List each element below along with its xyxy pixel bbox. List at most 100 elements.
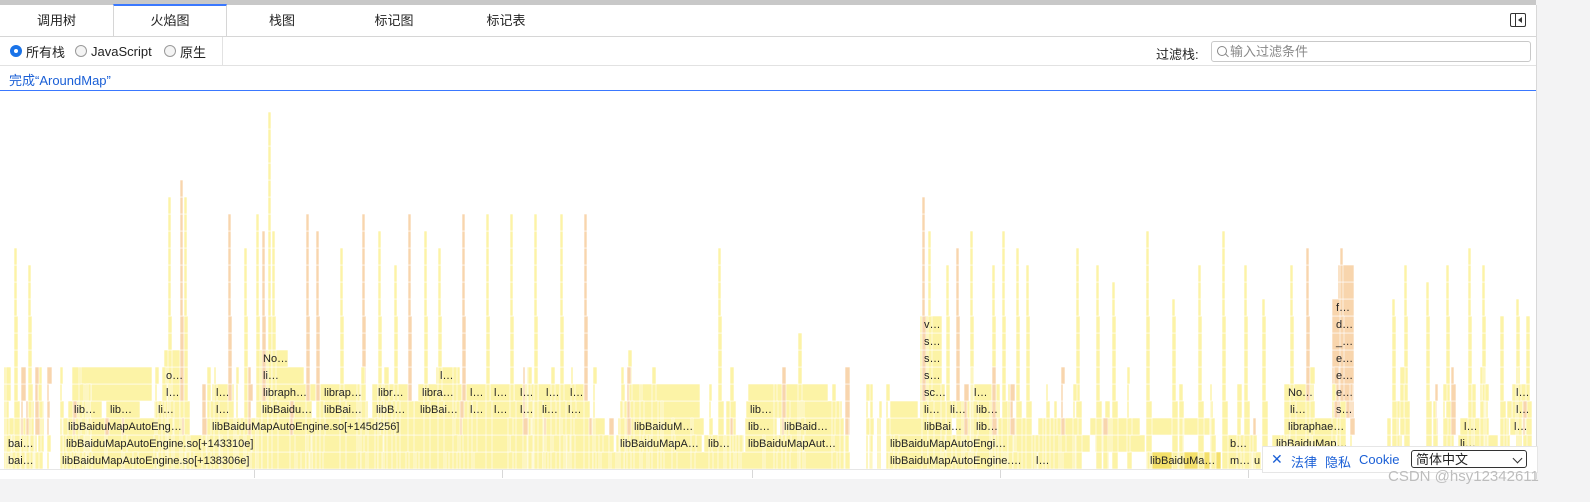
flame-frame[interactable] — [377, 247, 382, 266]
flame-frame[interactable] — [461, 230, 466, 249]
flame-frame[interactable] — [869, 383, 874, 402]
flame-frame[interactable] — [227, 332, 233, 351]
flame-frame[interactable] — [955, 281, 960, 300]
flame-frame[interactable] — [319, 451, 324, 469]
flame-frame[interactable] — [550, 451, 557, 469]
flame-frame[interactable] — [1425, 298, 1430, 317]
flame-frame[interactable] — [1095, 332, 1101, 351]
flame-frame[interactable] — [1025, 383, 1031, 402]
flame-frame[interactable] — [167, 298, 172, 317]
flame-frame[interactable] — [1111, 383, 1117, 402]
flame-frame[interactable] — [1403, 298, 1408, 317]
flame-frame[interactable] — [1145, 332, 1151, 351]
flame-frame[interactable] — [1386, 417, 1392, 436]
flame-frame[interactable] — [407, 230, 412, 249]
flame-frame[interactable] — [1171, 332, 1177, 351]
flame-frame[interactable] — [1072, 417, 1079, 436]
flame-frame[interactable] — [717, 315, 723, 334]
flame-frame[interactable] — [945, 315, 951, 334]
flame-frame[interactable] — [773, 451, 778, 469]
flame-frame[interactable] — [1403, 332, 1409, 351]
flame-frame[interactable] — [1289, 366, 1295, 385]
flame-frame[interactable] — [37, 383, 43, 402]
flame-frame[interactable] — [407, 247, 412, 266]
flame-frame[interactable] — [651, 451, 659, 469]
radio-all-stacks[interactable]: 所有栈 — [10, 43, 65, 60]
flame-frame[interactable] — [1197, 400, 1205, 419]
flame-frame[interactable] — [305, 349, 311, 368]
flame-frame[interactable] — [407, 281, 412, 300]
flame-frame[interactable] — [522, 366, 526, 385]
flame-frame[interactable] — [1331, 400, 1335, 419]
flame-frame[interactable] — [361, 349, 367, 368]
flame-frame[interactable] — [1442, 417, 1449, 436]
flame-frame[interactable] — [592, 434, 596, 453]
flame-frame[interactable] — [1349, 417, 1356, 436]
flame-frame[interactable] — [179, 332, 185, 351]
flame-frame[interactable] — [1445, 315, 1451, 334]
flame-frame[interactable] — [955, 332, 961, 351]
flame-frame[interactable] — [797, 366, 803, 385]
flame-frame[interactable] — [1221, 281, 1226, 300]
flame-frame[interactable] — [339, 264, 344, 283]
flame-frame[interactable] — [179, 315, 185, 334]
flame-frame[interactable] — [1243, 332, 1249, 351]
flame-frame[interactable] — [167, 332, 173, 351]
flame-frame[interactable] — [570, 434, 576, 453]
flame-frame[interactable] — [955, 349, 961, 368]
flame-frame[interactable] — [34, 417, 41, 436]
flame-frame[interactable] — [1221, 366, 1227, 385]
flame-frame[interactable] — [377, 315, 383, 334]
flame-frame[interactable] — [1467, 349, 1473, 368]
flame-frame[interactable] — [1425, 366, 1431, 385]
flame-frame[interactable] — [1243, 417, 1251, 436]
flame-frame[interactable] — [235, 383, 239, 402]
flame-frame[interactable] — [393, 332, 399, 351]
flame-frame[interactable] — [831, 451, 838, 469]
flame-frame[interactable] — [339, 332, 345, 351]
flame-frame[interactable] — [393, 315, 399, 334]
tab-marker-table[interactable]: 标记表 — [450, 5, 562, 36]
flame-frame[interactable] — [183, 315, 189, 334]
flame-frame[interactable] — [1515, 298, 1520, 317]
flame-frame[interactable] — [167, 315, 173, 334]
flame-frame[interactable] — [485, 383, 491, 402]
flame-frame[interactable] — [1126, 434, 1131, 453]
flame-frame[interactable] — [1209, 383, 1213, 402]
flame-frame[interactable] — [1171, 315, 1177, 334]
flame-frame[interactable] — [1001, 366, 1007, 385]
flame-frame[interactable] — [445, 451, 450, 469]
flame-frame[interactable] — [1442, 383, 1448, 402]
flame-frame[interactable] — [1145, 264, 1150, 283]
flame-frame[interactable] — [461, 298, 466, 317]
flame-frame[interactable] — [1007, 383, 1011, 402]
flame-frame[interactable] — [20, 417, 24, 436]
flame-frame[interactable] — [831, 400, 837, 419]
flame-frame[interactable] — [1095, 366, 1101, 385]
flame-frame[interactable] — [781, 383, 787, 402]
flame-frame[interactable] — [227, 213, 232, 232]
flame-frame[interactable] — [235, 400, 239, 419]
flame-frame[interactable] — [361, 264, 366, 283]
flame-frame[interactable] — [969, 230, 974, 249]
flame-frame[interactable] — [13, 264, 18, 283]
flame-frame[interactable] — [844, 451, 851, 469]
flame-frame[interactable] — [27, 400, 33, 419]
flame-frame[interactable] — [921, 298, 926, 317]
flame-graph-canvas[interactable]: bai… libBaiduMapAutoEngine.so[+138306e] li… — [0, 91, 1536, 469]
breadcrumb-item[interactable]: 完成“AroundMap” — [9, 70, 111, 89]
flame-frame[interactable] — [437, 434, 445, 453]
flame-frame[interactable] — [267, 128, 272, 147]
flame-frame[interactable] — [537, 434, 544, 453]
flame-frame[interactable] — [1309, 400, 1316, 419]
flame-frame[interactable] — [227, 298, 232, 317]
flame-frame[interactable] — [797, 332, 803, 351]
flame-frame[interactable] — [509, 247, 514, 266]
flame-frame[interactable] — [1015, 315, 1021, 334]
flame-frame[interactable] — [255, 264, 260, 283]
flame-frame[interactable] — [955, 264, 960, 283]
flame-frame[interactable] — [183, 349, 189, 368]
flame-frame[interactable] — [583, 247, 588, 266]
flame-frame[interactable] — [1261, 298, 1266, 317]
flame-frame[interactable] — [59, 417, 63, 436]
